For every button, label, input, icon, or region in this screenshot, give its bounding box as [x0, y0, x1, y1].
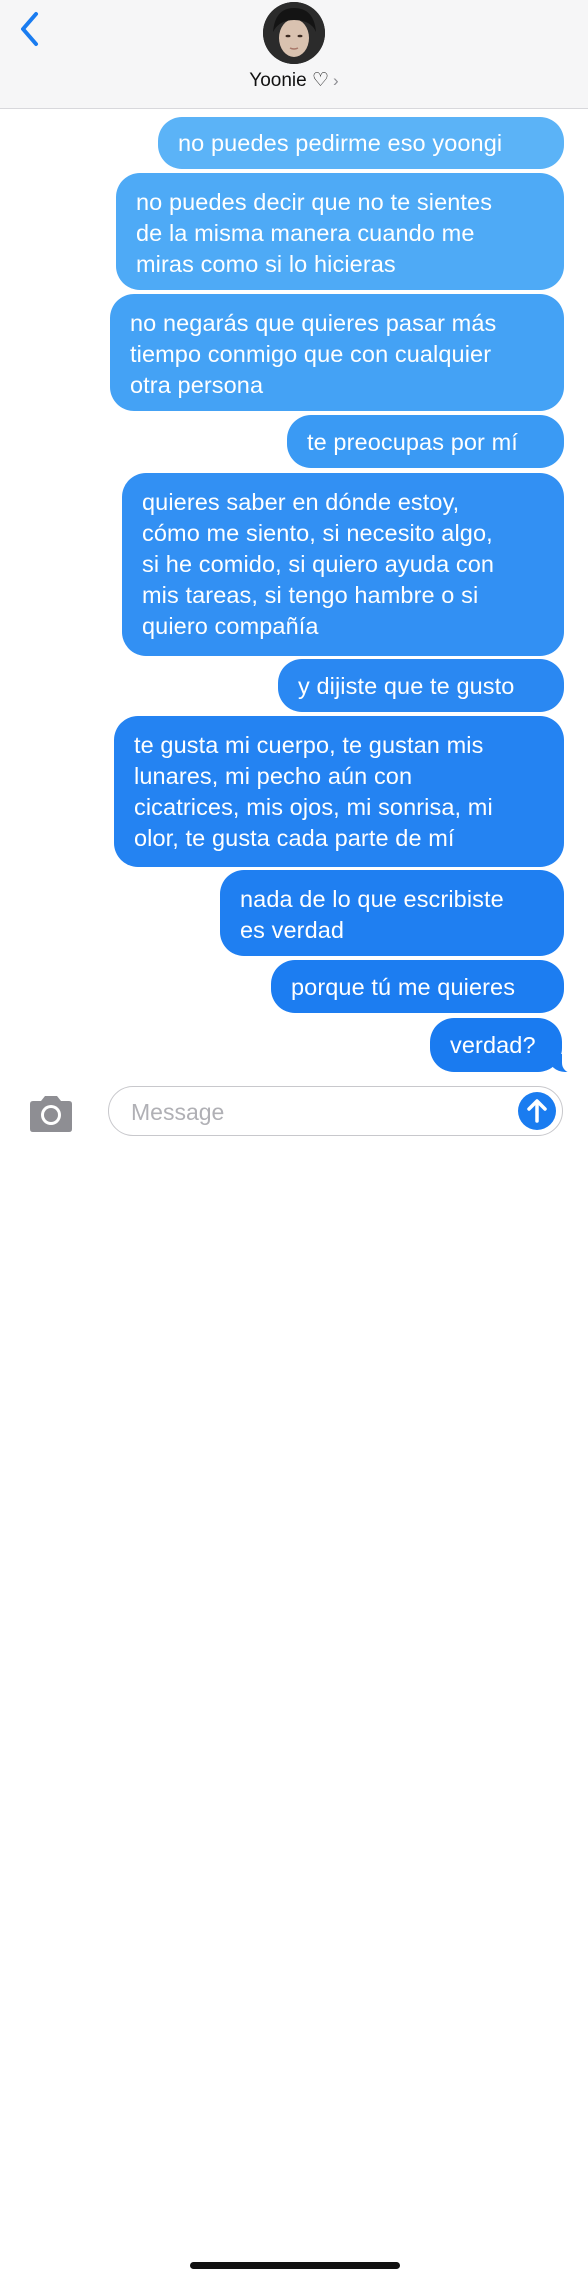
- message-thread: no puedes pedirme eso yoongi no puedes d…: [0, 0, 588, 1080]
- message-input[interactable]: [129, 1095, 513, 1129]
- message-text: no negarás que quieres pasar más tiempo …: [130, 310, 497, 398]
- message-text: verdad?: [450, 1032, 536, 1058]
- message-composer: [0, 1080, 588, 2269]
- message-bubble[interactable]: no negarás que quieres pasar más tiempo …: [110, 294, 564, 411]
- camera-icon: [30, 1096, 72, 1132]
- send-button[interactable]: [518, 1092, 556, 1130]
- message-bubble[interactable]: verdad?: [430, 1018, 576, 1073]
- message-bubble[interactable]: porque tú me quieres: [271, 960, 564, 1013]
- message-text: quieres saber en dónde estoy, cómo me si…: [142, 489, 495, 639]
- message-text: te preocupas por mí: [307, 429, 518, 455]
- message-bubble[interactable]: nada de lo que escribiste es verdad: [220, 870, 564, 956]
- message-text: no puedes decir que no te sientes de la …: [136, 189, 493, 277]
- message-bubble[interactable]: te gusta mi cuerpo, te gustan mis lunare…: [114, 716, 564, 867]
- home-indicator: [190, 2262, 400, 2269]
- message-input-container: [108, 1086, 563, 1136]
- message-text: no puedes pedirme eso yoongi: [178, 130, 503, 156]
- message-text: porque tú me quieres: [291, 974, 516, 1000]
- message-bubble[interactable]: quieres saber en dónde estoy, cómo me si…: [122, 473, 564, 656]
- message-bubble[interactable]: y dijiste que te gusto: [278, 659, 564, 712]
- message-text: nada de lo que escribiste es verdad: [240, 886, 504, 943]
- camera-button[interactable]: [26, 1094, 76, 1134]
- message-bubble[interactable]: no puedes pedirme eso yoongi: [158, 117, 564, 169]
- arrow-up-icon: [527, 1099, 547, 1123]
- message-text: te gusta mi cuerpo, te gustan mis lunare…: [134, 732, 493, 851]
- message-bubble[interactable]: no puedes decir que no te sientes de la …: [116, 173, 564, 290]
- message-text: y dijiste que te gusto: [298, 673, 515, 699]
- message-bubble[interactable]: te preocupas por mí: [287, 415, 564, 468]
